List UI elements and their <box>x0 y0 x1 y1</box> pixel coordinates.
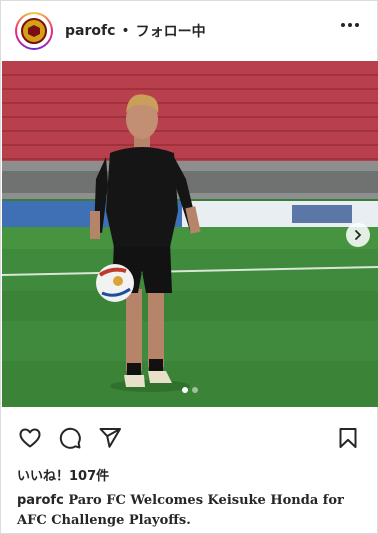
save-button[interactable] <box>335 425 361 451</box>
comment-icon <box>59 427 81 449</box>
post-header: parofc • フォロー中 <box>1 1 377 61</box>
chevron-right-icon <box>355 230 362 240</box>
carousel-dot-2 <box>192 387 198 393</box>
next-slide-button[interactable] <box>346 223 370 247</box>
separator-dot: • <box>121 23 130 39</box>
share-button[interactable] <box>97 425 123 451</box>
like-button[interactable] <box>17 425 43 451</box>
like-count[interactable]: いいね！107件 <box>17 465 109 484</box>
username-link[interactable]: parofc <box>65 23 115 39</box>
heart-icon <box>19 428 41 448</box>
caption-text: Paro FC Welcomes Keisuke Honda for AFC C… <box>17 493 344 528</box>
avatar[interactable] <box>15 12 53 50</box>
comment-button[interactable] <box>57 425 83 451</box>
share-icon <box>99 428 121 448</box>
carousel-dot-1 <box>182 387 188 393</box>
instagram-post-card: parofc • フォロー中 いいね！107件 parofc Paro FC W… <box>0 0 378 534</box>
user-line: parofc • フォロー中 <box>65 21 206 41</box>
caption-username[interactable]: parofc <box>17 493 64 508</box>
action-bar <box>1 421 377 455</box>
post-caption: parofc Paro FC Welcomes Keisuke Honda fo… <box>17 491 365 531</box>
photo-football-player <box>2 61 378 407</box>
more-icon[interactable] <box>341 23 359 27</box>
post-image[interactable] <box>2 61 378 407</box>
bookmark-icon <box>339 428 357 448</box>
carousel-indicator <box>2 387 378 393</box>
following-button[interactable]: フォロー中 <box>136 21 206 41</box>
club-crest-logo <box>21 18 47 44</box>
